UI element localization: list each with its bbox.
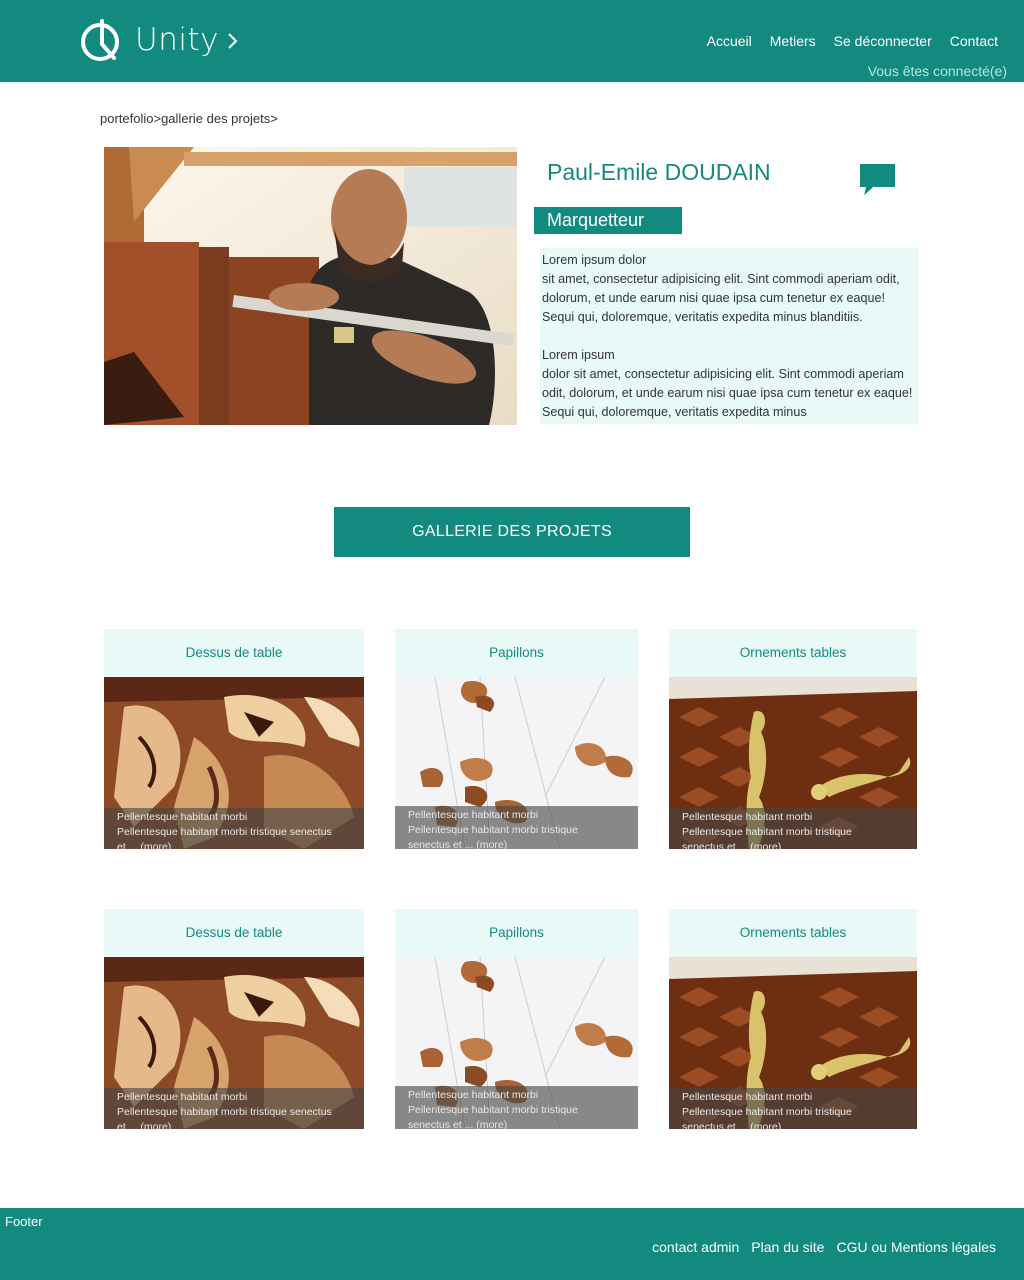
profile-bio: Lorem ipsum dolor sit amet, consectetur … xyxy=(540,248,918,424)
project-caption: Pellentesque habitant morbi Pellentesque… xyxy=(395,806,638,849)
footer-link-legal[interactable]: CGU ou Mentions légales xyxy=(836,1239,996,1255)
message-icon[interactable] xyxy=(859,163,896,197)
nav-contact[interactable]: Contact xyxy=(950,33,998,49)
caption-line: senectus et ... xyxy=(408,839,474,849)
chevron-right-icon xyxy=(228,33,238,49)
project-image: Pellentesque habitant morbi Pellentesque… xyxy=(104,957,364,1129)
project-image: Pellentesque habitant morbi Pellentesque… xyxy=(669,957,917,1129)
footer-links: contact admin Plan du site CGU ou Mentio… xyxy=(652,1239,996,1255)
project-title: Ornements tables xyxy=(669,909,917,957)
caption-line: Pellentesque habitant morbi xyxy=(682,1091,813,1103)
project-title: Ornements tables xyxy=(669,629,917,677)
breadcrumb-portfolio[interactable]: portefolio xyxy=(100,111,153,126)
caption-line: et ... xyxy=(117,841,138,849)
more-link[interactable]: (more) xyxy=(140,1121,171,1129)
nav-logout[interactable]: Se déconnecter xyxy=(834,33,932,49)
project-caption: Pellentesque habitant morbi Pellentesque… xyxy=(395,1086,638,1129)
project-title: Dessus de table xyxy=(104,629,364,677)
caption-line: Pellentesque habitant morbi tristique xyxy=(682,1106,852,1118)
breadcrumb-gallery[interactable]: gallerie des projets xyxy=(161,111,270,126)
project-image: Pellentesque habitant morbi Pellentesque… xyxy=(104,677,364,849)
logo[interactable]: Unity xyxy=(80,18,239,64)
footer-label: Footer xyxy=(5,1214,43,1229)
project-title: Papillons xyxy=(395,629,638,677)
project-title: Dessus de table xyxy=(104,909,364,957)
caption-line: Pellentesque habitant morbi xyxy=(117,811,248,823)
caption-line: senectus et ... xyxy=(682,841,748,849)
breadcrumb-separator: > xyxy=(270,111,278,126)
breadcrumb: portefolio > gallerie des projets > xyxy=(100,111,278,126)
more-link[interactable]: (more) xyxy=(750,841,781,849)
caption-line: Pellentesque habitant morbi tristique xyxy=(408,824,578,836)
gallery-button[interactable]: GALLERIE DES PROJETS xyxy=(334,507,690,557)
more-link[interactable]: (more) xyxy=(476,839,507,849)
project-card[interactable]: Papillons Pellentesque habitant morbi Pe… xyxy=(395,909,638,1129)
project-image: Pellentesque habitant morbi Pellentesque… xyxy=(669,677,917,849)
more-link[interactable]: (more) xyxy=(476,1119,507,1129)
project-caption: Pellentesque habitant morbi Pellentesque… xyxy=(104,808,364,849)
project-image: Pellentesque habitant morbi Pellentesque… xyxy=(395,957,638,1129)
login-status: Vous êtes connecté(e) xyxy=(867,63,1007,79)
caption-line: et ... xyxy=(117,1121,138,1129)
site-header: Unity Accueil Metiers Se déconnecter Con… xyxy=(0,0,1024,82)
project-card[interactable]: Dessus de table Pellentesque habitant mo… xyxy=(104,629,364,849)
breadcrumb-separator: > xyxy=(153,111,162,126)
project-card[interactable]: Ornements tables Pellentesque habitant m… xyxy=(669,909,917,1129)
main-nav: Accueil Metiers Se déconnecter Contact xyxy=(707,33,998,49)
footer-link-sitemap[interactable]: Plan du site xyxy=(751,1239,824,1255)
project-caption: Pellentesque habitant morbi Pellentesque… xyxy=(669,808,917,849)
caption-line: Pellentesque habitant morbi tristique se… xyxy=(117,826,332,838)
site-footer: Footer contact admin Plan du site CGU ou… xyxy=(0,1208,1024,1280)
project-card[interactable]: Dessus de table Pellentesque habitant mo… xyxy=(104,909,364,1129)
project-card[interactable]: Ornements tables Pellentesque habitant m… xyxy=(669,629,917,849)
more-link[interactable]: (more) xyxy=(140,841,171,849)
project-image: Pellentesque habitant morbi Pellentesque… xyxy=(395,677,638,849)
caption-line: Pellentesque habitant morbi tristique xyxy=(682,826,852,838)
caption-line: Pellentesque habitant morbi xyxy=(408,809,539,821)
job-badge: Marquetteur xyxy=(534,207,682,234)
logo-mark-icon xyxy=(81,19,119,61)
caption-line: Pellentesque habitant morbi xyxy=(408,1089,539,1101)
caption-line: senectus et ... xyxy=(408,1119,474,1129)
caption-line: Pellentesque habitant morbi tristique xyxy=(408,1104,578,1116)
more-link[interactable]: (more) xyxy=(750,1121,781,1129)
bio-paragraph: Lorem ipsum dolor sit amet, consectetur … xyxy=(542,253,900,324)
logo-text: Unity xyxy=(135,22,219,58)
bio-paragraph: Lorem ipsum dolor sit amet, consectetur … xyxy=(542,348,913,419)
project-caption: Pellentesque habitant morbi Pellentesque… xyxy=(669,1088,917,1129)
footer-link-contact-admin[interactable]: contact admin xyxy=(652,1239,739,1255)
project-card[interactable]: Papillons Pellentesque habitant morbi Pe… xyxy=(395,629,638,849)
caption-line: Pellentesque habitant morbi xyxy=(682,811,813,823)
caption-line: senectus et ... xyxy=(682,1121,748,1129)
project-title: Papillons xyxy=(395,909,638,957)
profile-photo xyxy=(104,147,517,425)
nav-accueil[interactable]: Accueil xyxy=(707,33,752,49)
caption-line: Pellentesque habitant morbi xyxy=(117,1091,248,1103)
caption-line: Pellentesque habitant morbi tristique se… xyxy=(117,1106,332,1118)
profile-name: Paul-Emile DOUDAIN xyxy=(547,159,771,185)
project-caption: Pellentesque habitant morbi Pellentesque… xyxy=(104,1088,364,1129)
nav-metiers[interactable]: Metiers xyxy=(770,33,816,49)
